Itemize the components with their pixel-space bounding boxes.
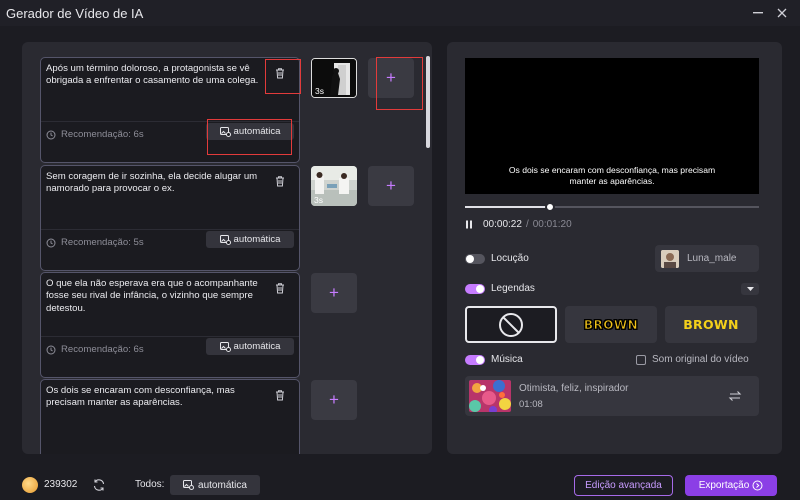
album-art	[469, 380, 511, 412]
playback-time: 00:00:22 / 00:01:20	[465, 219, 572, 230]
scene-thumbnail-1[interactable]: 3s	[311, 58, 357, 98]
scene-card-3[interactable]: O que ela não esperava era que o acompan…	[40, 272, 300, 378]
swap-icon[interactable]	[728, 389, 742, 403]
music-toggle[interactable]	[465, 355, 485, 365]
image-sync-icon	[183, 480, 195, 490]
recommendation: Recomendação: 6s	[46, 129, 144, 140]
close-icon[interactable]	[772, 3, 792, 23]
export-icon	[752, 480, 763, 491]
plus-icon: +	[386, 68, 396, 87]
thumbnail-duration: 3s	[314, 195, 323, 205]
caption-style-brown-outline[interactable]: BROWN	[565, 306, 657, 343]
scene-thumbnail-2[interactable]: 3s	[311, 166, 357, 206]
narration-toggle[interactable]	[465, 254, 485, 264]
scene-list-panel: Após um término doloroso, a protagonista…	[22, 42, 432, 454]
divider	[41, 121, 299, 122]
add-media-button[interactable]: +	[311, 380, 357, 420]
track-duration: 01:08	[519, 399, 543, 410]
auto-label: automática	[233, 126, 281, 137]
original-sound-label: Som original do vídeo	[652, 354, 749, 365]
scene-text[interactable]: Após um término doloroso, a protagonista…	[46, 63, 268, 88]
image-sync-icon	[219, 234, 231, 245]
plus-icon: +	[329, 390, 339, 409]
video-preview[interactable]: Os dois se encaram com desconfiança, mas…	[465, 58, 759, 194]
advanced-edit-label: Edição avançada	[585, 480, 662, 491]
voice-avatar	[661, 249, 679, 268]
scene-card-1[interactable]: Após um término doloroso, a protagonista…	[40, 57, 300, 163]
image-sync-icon	[219, 126, 231, 137]
scene-list-scrollbar[interactable]	[426, 56, 430, 148]
clock-icon	[46, 130, 56, 139]
caption-style-brown-plain[interactable]: BROWN	[665, 306, 757, 343]
voice-name: Luna_male	[687, 253, 737, 264]
image-sync-icon	[219, 341, 231, 352]
trash-icon[interactable]	[273, 388, 287, 402]
seek-progress	[465, 206, 551, 208]
music-track[interactable]: Otimista, feliz, inspirador 01:08	[465, 376, 759, 416]
title-bar: Gerador de Vídeo de IA	[0, 0, 800, 26]
chevron-down-icon	[746, 287, 754, 291]
divider	[41, 229, 299, 230]
pause-icon[interactable]	[465, 220, 473, 229]
recommendation-text: Recomendação: 5s	[61, 237, 144, 248]
thumbnail-duration: 3s	[315, 86, 324, 96]
export-label: Exportação	[698, 480, 750, 491]
narration-label: Locução	[491, 253, 529, 264]
clock-icon	[46, 238, 56, 247]
all-auto-match-button[interactable]: automática	[170, 475, 260, 495]
current-time: 00:00:22	[483, 219, 522, 230]
scene-card-4[interactable]: Os dois se encaram com desconfiança, mas…	[40, 379, 300, 454]
voice-selector[interactable]: Luna_male	[655, 245, 759, 272]
refresh-icon[interactable]	[92, 478, 106, 492]
export-button[interactable]: Exportação	[685, 475, 777, 496]
plus-icon: +	[329, 283, 339, 302]
add-media-button[interactable]: +	[368, 58, 414, 98]
track-name: Otimista, feliz, inspirador	[519, 383, 629, 394]
add-media-button[interactable]: +	[311, 273, 357, 313]
captions-dropdown[interactable]	[741, 283, 759, 295]
scene-text[interactable]: O que ela não esperava era que o acompan…	[46, 278, 268, 315]
captions-label: Legendas	[491, 283, 535, 294]
all-label: Todos:	[135, 479, 165, 490]
scene-text[interactable]: Sem coragem de ir sozinha, ela decide al…	[46, 171, 268, 196]
original-sound-checkbox[interactable]	[636, 355, 646, 365]
bottom-bar: 239302 Todos: automática Edição avançada…	[0, 470, 800, 500]
recommendation-text: Recomendação: 6s	[61, 129, 144, 140]
recommendation: Recomendação: 6s	[46, 344, 144, 355]
seek-bar[interactable]	[465, 202, 759, 212]
recommendation: Recomendação: 5s	[46, 237, 144, 248]
music-label: Música	[491, 354, 523, 365]
total-time: 00:01:20	[532, 219, 572, 230]
preview-subtitle: Os dois se encaram com desconfiança, mas…	[508, 165, 716, 186]
clock-icon	[46, 345, 56, 354]
trash-icon[interactable]	[273, 66, 287, 80]
time-separator: /	[525, 219, 529, 230]
caption-style-none[interactable]	[465, 306, 557, 343]
caption-style-preview: BROWN	[583, 317, 639, 332]
auto-match-button[interactable]: automática	[206, 123, 294, 140]
trash-icon[interactable]	[273, 281, 287, 295]
auto-label: automática	[233, 341, 281, 352]
auto-match-button[interactable]: automática	[206, 231, 294, 248]
recommendation-text: Recomendação: 6s	[61, 344, 144, 355]
advanced-edit-button[interactable]: Edição avançada	[574, 475, 673, 496]
caption-style-preview: BROWN	[683, 317, 739, 332]
preview-panel: Os dois se encaram com desconfiança, mas…	[447, 42, 782, 454]
minimize-icon[interactable]	[748, 3, 768, 23]
scene-text[interactable]: Os dois se encaram com desconfiança, mas…	[46, 385, 268, 410]
auto-label: automática	[233, 234, 281, 245]
no-style-icon	[499, 312, 523, 337]
coin-icon	[22, 477, 38, 493]
scene-card-2[interactable]: Sem coragem de ir sozinha, ela decide al…	[40, 165, 300, 271]
add-media-button[interactable]: +	[368, 166, 414, 206]
seek-handle[interactable]	[545, 202, 556, 212]
plus-icon: +	[386, 176, 396, 195]
trash-icon[interactable]	[273, 174, 287, 188]
divider	[41, 336, 299, 337]
auto-match-button[interactable]: automática	[206, 338, 294, 355]
window-title: Gerador de Vídeo de IA	[6, 5, 144, 21]
all-auto-label: automática	[198, 479, 247, 491]
captions-toggle[interactable]	[465, 284, 485, 294]
credits-count: 239302	[44, 479, 78, 490]
